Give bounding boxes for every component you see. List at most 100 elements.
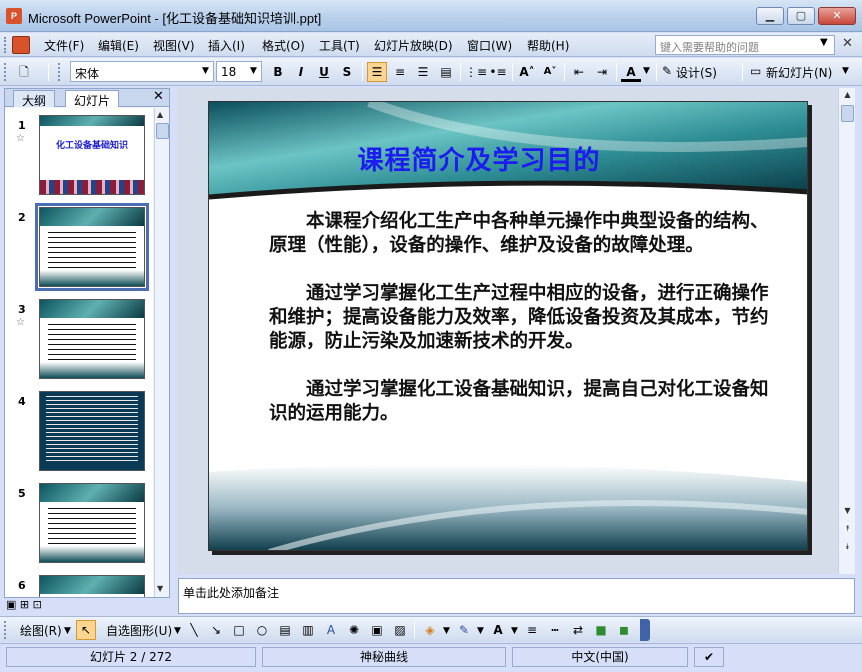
next-slide-icon[interactable]: ⯯: [840, 542, 855, 556]
slide-thumbnail[interactable]: [39, 391, 145, 471]
slide-thumbnail[interactable]: 化工设备基础知识: [39, 115, 145, 195]
fill-color-icon[interactable]: ◈: [420, 620, 440, 640]
chevron-down-icon[interactable]: ▼: [250, 66, 257, 76]
chevron-down-icon[interactable]: ▼: [443, 626, 450, 636]
scroll-up-icon[interactable]: ▲: [840, 90, 855, 104]
normal-view-icon[interactable]: ▣: [6, 598, 16, 611]
maximize-button[interactable]: ▢: [787, 7, 815, 25]
menu-edit[interactable]: 编辑(E): [98, 37, 139, 54]
slide-number: 6: [18, 579, 26, 592]
font-color-icon[interactable]: A: [488, 620, 508, 640]
document-icon[interactable]: [12, 36, 30, 54]
chevron-down-icon[interactable]: ▼: [477, 626, 484, 636]
chevron-down-icon[interactable]: ▼: [64, 626, 71, 636]
current-slide[interactable]: 课程简介及学习目的 本课程介绍化工生产中各种单元操作中典型设备的结构、原理（性能…: [208, 101, 808, 551]
scrollbar-thumb[interactable]: [156, 123, 169, 139]
textbox-icon[interactable]: ▤: [275, 620, 295, 640]
3d-style-icon[interactable]: ◼: [614, 620, 634, 640]
document-close-icon[interactable]: ✕: [842, 36, 853, 51]
arrow-icon[interactable]: ↘: [206, 620, 226, 640]
menu-view[interactable]: 视图(V): [153, 37, 195, 54]
panel-close-icon[interactable]: ✕: [153, 89, 164, 104]
powerpoint-app-icon[interactable]: P: [6, 8, 22, 24]
chevron-down-icon[interactable]: ▼: [202, 66, 209, 76]
shadow-button[interactable]: S: [337, 62, 357, 82]
slide-number: 1: [18, 119, 26, 132]
toolbar-grip[interactable]: [4, 63, 7, 81]
notes-pane[interactable]: 单击此处添加备注: [178, 578, 855, 614]
arrow-style-icon[interactable]: ⇄: [568, 620, 588, 640]
slide-title[interactable]: 课程简介及学习目的: [209, 140, 749, 177]
underline-button[interactable]: U: [314, 62, 334, 82]
font-color-icon[interactable]: A: [621, 62, 641, 82]
autoshapes-button[interactable]: 自选图形(U): [106, 622, 172, 639]
scroll-down-icon[interactable]: ▼: [840, 506, 855, 520]
scroll-up-icon[interactable]: ▲: [157, 110, 163, 119]
new-document-icon[interactable]: 🗋: [14, 62, 34, 82]
align-center-icon[interactable]: ≡: [390, 62, 410, 82]
diagram-icon[interactable]: ✺: [344, 620, 364, 640]
slide-scrollbar[interactable]: ▲ ▼ ⯭ ⯯: [838, 88, 855, 574]
close-button[interactable]: ✕: [818, 7, 856, 25]
increase-indent-icon[interactable]: ⇥: [592, 62, 612, 82]
wordart-icon[interactable]: A: [321, 620, 341, 640]
numbering-icon[interactable]: ⋮≡: [465, 62, 487, 82]
design-button[interactable]: 设计(S): [676, 64, 717, 81]
draw-menu-button[interactable]: 绘图(R): [20, 622, 62, 639]
toolbar-grip[interactable]: [58, 63, 61, 81]
slide-sorter-icon[interactable]: ⊞: [20, 598, 29, 611]
select-pointer-icon[interactable]: ↖: [76, 620, 96, 640]
help-search-input[interactable]: 键入需要帮助的问题: [655, 35, 835, 55]
slide-body-text[interactable]: 本课程介绍化工生产中各种单元操作中典型设备的结构、原理（性能），设备的操作、维护…: [269, 210, 774, 450]
italic-button[interactable]: I: [291, 62, 311, 82]
chevron-down-icon[interactable]: ▼: [174, 626, 181, 636]
menu-window[interactable]: 窗口(W): [467, 37, 512, 54]
line-style-icon[interactable]: ≡: [522, 620, 542, 640]
vertical-textbox-icon[interactable]: ▥: [298, 620, 318, 640]
align-right-icon[interactable]: ☰: [413, 62, 433, 82]
tab-slides[interactable]: 幻灯片: [65, 90, 120, 108]
increase-font-icon[interactable]: A˄: [517, 62, 537, 82]
menu-help[interactable]: 帮助(H): [527, 37, 569, 54]
toolbar-options-icon[interactable]: [640, 619, 650, 641]
menu-file[interactable]: 文件(F): [44, 37, 84, 54]
spelling-check-icon[interactable]: ✔: [694, 647, 724, 667]
bullets-icon[interactable]: •≡: [488, 62, 508, 82]
thumbnail-scrollbar[interactable]: ▲ ▼: [154, 108, 169, 597]
menu-insert[interactable]: 插入(I): [208, 37, 245, 54]
scrollbar-thumb[interactable]: [841, 105, 854, 122]
chevron-down-icon[interactable]: ▼: [820, 37, 828, 48]
chevron-down-icon[interactable]: ▼: [643, 66, 650, 76]
new-slide-button[interactable]: 新幻灯片(N): [766, 64, 832, 81]
clipart-icon[interactable]: ▣: [367, 620, 387, 640]
menu-tools[interactable]: 工具(T): [319, 37, 360, 54]
distribute-icon[interactable]: ▤: [436, 62, 456, 82]
rectangle-icon[interactable]: □: [229, 620, 249, 640]
previous-slide-icon[interactable]: ⯭: [840, 524, 855, 538]
menu-format[interactable]: 格式(O): [262, 37, 305, 54]
slide-thumbnail[interactable]: [39, 483, 145, 563]
scroll-down-icon[interactable]: ▼: [157, 584, 163, 593]
line-color-icon[interactable]: ✎: [454, 620, 474, 640]
slide-thumbnail[interactable]: [39, 299, 145, 379]
decrease-font-icon[interactable]: A˅: [540, 62, 560, 82]
slideshow-view-icon[interactable]: ⊡: [33, 598, 42, 611]
shadow-style-icon[interactable]: ■: [591, 620, 611, 640]
picture-icon[interactable]: ▨: [390, 620, 410, 640]
dash-style-icon[interactable]: ┅: [545, 620, 565, 640]
bold-button[interactable]: B: [268, 62, 288, 82]
slide-thumbnail[interactable]: [39, 575, 145, 597]
chevron-down-icon[interactable]: ▼: [511, 626, 518, 636]
line-icon[interactable]: ╲: [184, 620, 204, 640]
align-left-icon[interactable]: ☰: [367, 62, 387, 82]
font-name-select[interactable]: 宋体: [70, 61, 214, 82]
tab-outline[interactable]: 大纲: [13, 90, 56, 108]
toolbar-options-icon[interactable]: ▼: [842, 66, 849, 76]
minimize-button[interactable]: ▁: [756, 7, 784, 25]
menu-slideshow[interactable]: 幻灯片放映(D): [374, 37, 453, 54]
toolbar-grip[interactable]: [4, 621, 7, 639]
menu-grip[interactable]: [4, 37, 7, 53]
oval-icon[interactable]: ○: [252, 620, 272, 640]
slide-thumbnail-selected[interactable]: [35, 203, 149, 291]
decrease-indent-icon[interactable]: ⇤: [569, 62, 589, 82]
